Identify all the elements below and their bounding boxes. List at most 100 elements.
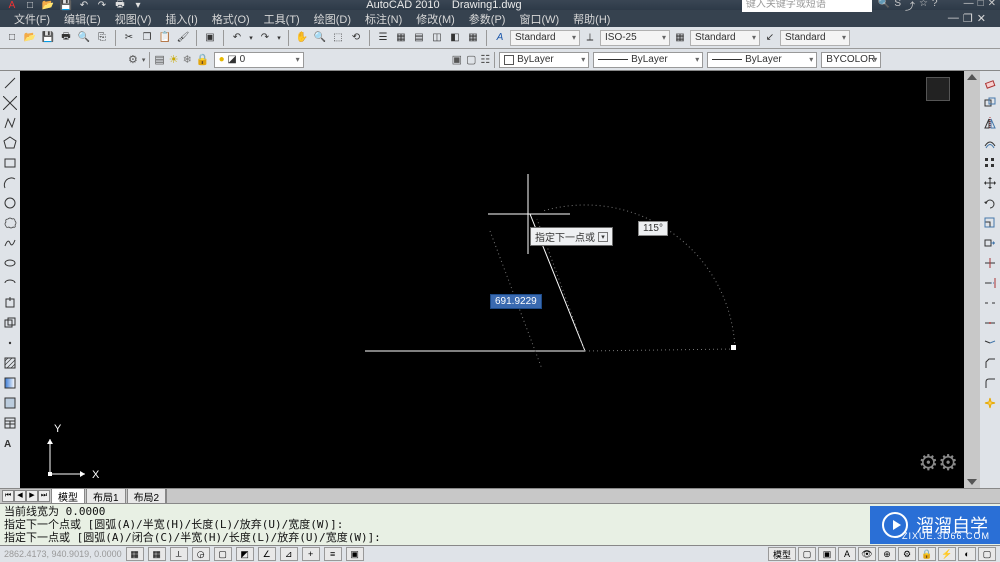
ducs-button[interactable]: ⊿ [280, 547, 298, 561]
workspace-switch-button[interactable]: ⚙ [898, 547, 916, 561]
tb-copy-icon[interactable]: ❐ [139, 30, 155, 46]
menu-file[interactable]: 文件(F) [14, 11, 50, 27]
layer-freeze-icon[interactable]: ❄ [183, 53, 192, 66]
layer-combo[interactable]: ● ◪ 0 [214, 52, 304, 68]
toolbar-lock-button[interactable]: 🔒 [918, 547, 936, 561]
tool-offset-icon[interactable] [982, 135, 998, 151]
tb-dimstyle-icon[interactable]: ⟂ [582, 30, 598, 46]
tool-makeblock-icon[interactable] [2, 315, 18, 331]
tool-trim-icon[interactable] [982, 255, 998, 271]
mleader-style-combo[interactable]: Standard [780, 30, 850, 46]
tb-pan-icon[interactable]: ✋ [294, 30, 310, 46]
tool-break-icon[interactable] [982, 295, 998, 311]
tool-polygon-icon[interactable] [2, 135, 18, 151]
tb-paste-icon[interactable]: 📋 [157, 30, 173, 46]
hardware-accel-button[interactable]: ⚡ [938, 547, 956, 561]
tb-save-icon[interactable]: 💾 [40, 30, 56, 46]
tb-undo-dd-icon[interactable]: ▾ [247, 30, 255, 46]
tool-xline-icon[interactable] [2, 95, 18, 111]
tb-preview-icon[interactable]: 🔍 [76, 30, 92, 46]
doc-restore-button[interactable]: ❐ [963, 12, 973, 25]
tool-ellipsearc-icon[interactable] [2, 275, 18, 291]
lineweight-combo[interactable]: ByLayer [707, 52, 817, 68]
menu-edit[interactable]: 编辑(E) [64, 11, 101, 27]
tb-redo-dd-icon[interactable]: ▾ [275, 30, 283, 46]
command-window[interactable]: 当前线宽为 0.0000 指定下一个点或 [圆弧(A)/半宽(H)/长度(L)/… [0, 503, 1000, 545]
tb-markup-icon[interactable]: ◧ [447, 30, 463, 46]
tb-print-icon[interactable]: 🖶 [58, 30, 74, 46]
tb-designcenter-icon[interactable]: ▦ [393, 30, 409, 46]
tb-new-icon[interactable]: □ [4, 30, 20, 46]
menu-format[interactable]: 格式(O) [212, 11, 250, 27]
dynamic-input-dropdown-icon[interactable]: ▾ [598, 232, 608, 242]
steering-wheel-icon[interactable]: ⚙⚙ [919, 450, 958, 476]
tool-region-icon[interactable] [2, 395, 18, 411]
tool-spline-icon[interactable] [2, 235, 18, 251]
workspace-dd-icon[interactable]: ▾ [142, 56, 146, 64]
infocenter-help-icon[interactable]: ? [932, 0, 938, 13]
text-style-combo[interactable]: Standard [510, 30, 580, 46]
tool-insert-icon[interactable] [2, 295, 18, 311]
horizontal-scrollbar[interactable] [166, 489, 1000, 503]
layer-state-icon[interactable]: ☷ [480, 53, 490, 66]
tab-layout1[interactable]: 布局1 [86, 488, 126, 505]
tool-hatch-icon[interactable] [2, 355, 18, 371]
menu-tools[interactable]: 工具(T) [264, 11, 300, 27]
tb-redo-icon[interactable]: ↷ [257, 30, 273, 46]
tool-rectangle-icon[interactable] [2, 155, 18, 171]
osnap-button[interactable]: ▢ [214, 547, 232, 561]
infocenter-comm-icon[interactable]: ⤴ [905, 0, 915, 13]
tool-scale-icon[interactable] [982, 215, 998, 231]
tb-cut-icon[interactable]: ✂ [121, 30, 137, 46]
infocenter-magnify-icon[interactable]: 🔍 [878, 0, 890, 13]
tb-mleaderstyle-icon[interactable]: ↙ [762, 30, 778, 46]
annoscale-add-button[interactable]: ⊕ [878, 547, 896, 561]
menu-help[interactable]: 帮助(H) [573, 11, 610, 27]
tb-zoom-rt-icon[interactable]: 🔍 [312, 30, 328, 46]
search-input[interactable]: 键入关键字或短语 [742, 0, 872, 12]
tool-breakat-icon[interactable] [982, 315, 998, 331]
length-input[interactable]: 691.9229 [490, 294, 542, 309]
tab-first-button[interactable]: ⏮ [2, 490, 14, 502]
tool-erase-icon[interactable] [982, 75, 998, 91]
tool-revcloud-icon[interactable] [2, 215, 18, 231]
tool-mtext-icon[interactable]: A [2, 435, 18, 451]
linetype-combo[interactable]: ByLayer [593, 52, 703, 68]
tab-layout2[interactable]: 布局2 [127, 488, 167, 505]
tb-toolpalettes-icon[interactable]: ▤ [411, 30, 427, 46]
view-cube[interactable] [926, 77, 950, 101]
polar-button[interactable]: ◶ [192, 547, 210, 561]
layer-unisolate-icon[interactable]: ▢ [466, 53, 476, 66]
tool-circle-icon[interactable] [2, 195, 18, 211]
lineweight-button[interactable]: ≡ [324, 547, 342, 561]
menu-dimension[interactable]: 标注(N) [365, 11, 402, 27]
tool-point-icon[interactable] [2, 335, 18, 351]
tool-line-icon[interactable] [2, 75, 18, 91]
doc-close-button[interactable]: ✕ [977, 12, 986, 25]
tb-zoom-win-icon[interactable]: ⬚ [330, 30, 346, 46]
tool-gradient-icon[interactable] [2, 375, 18, 391]
tb-open-icon[interactable]: 📂 [22, 30, 38, 46]
tool-copy-icon[interactable] [982, 95, 998, 111]
doc-minimize-button[interactable]: — [948, 12, 959, 25]
tab-last-button[interactable]: ⏭ [38, 490, 50, 502]
maximize-button[interactable]: □ [978, 0, 984, 13]
tab-model[interactable]: 模型 [51, 488, 85, 505]
grid-button[interactable]: ▦ [148, 547, 166, 561]
menu-draw[interactable]: 绘图(D) [314, 11, 351, 27]
tab-next-button[interactable]: ▶ [26, 490, 38, 502]
tool-mirror-icon[interactable] [982, 115, 998, 131]
tool-explode-icon[interactable] [982, 395, 998, 411]
osnap3d-button[interactable]: ◩ [236, 547, 254, 561]
ortho-button[interactable]: ⟂ [170, 547, 188, 561]
vertical-scrollbar[interactable] [964, 71, 980, 488]
menu-insert[interactable]: 插入(I) [165, 11, 197, 27]
annoscale-vis-button[interactable]: 👁 [858, 547, 876, 561]
tool-ellipse-icon[interactable] [2, 255, 18, 271]
dim-style-combo[interactable]: ISO-25 [600, 30, 670, 46]
menu-parametric[interactable]: 参数(P) [469, 11, 506, 27]
tool-rotate-icon[interactable] [982, 195, 998, 211]
tb-tablestyle-icon[interactable]: ▦ [672, 30, 688, 46]
tb-properties-icon[interactable]: ☰ [375, 30, 391, 46]
workspace-icon[interactable]: ⚙ [128, 53, 138, 66]
